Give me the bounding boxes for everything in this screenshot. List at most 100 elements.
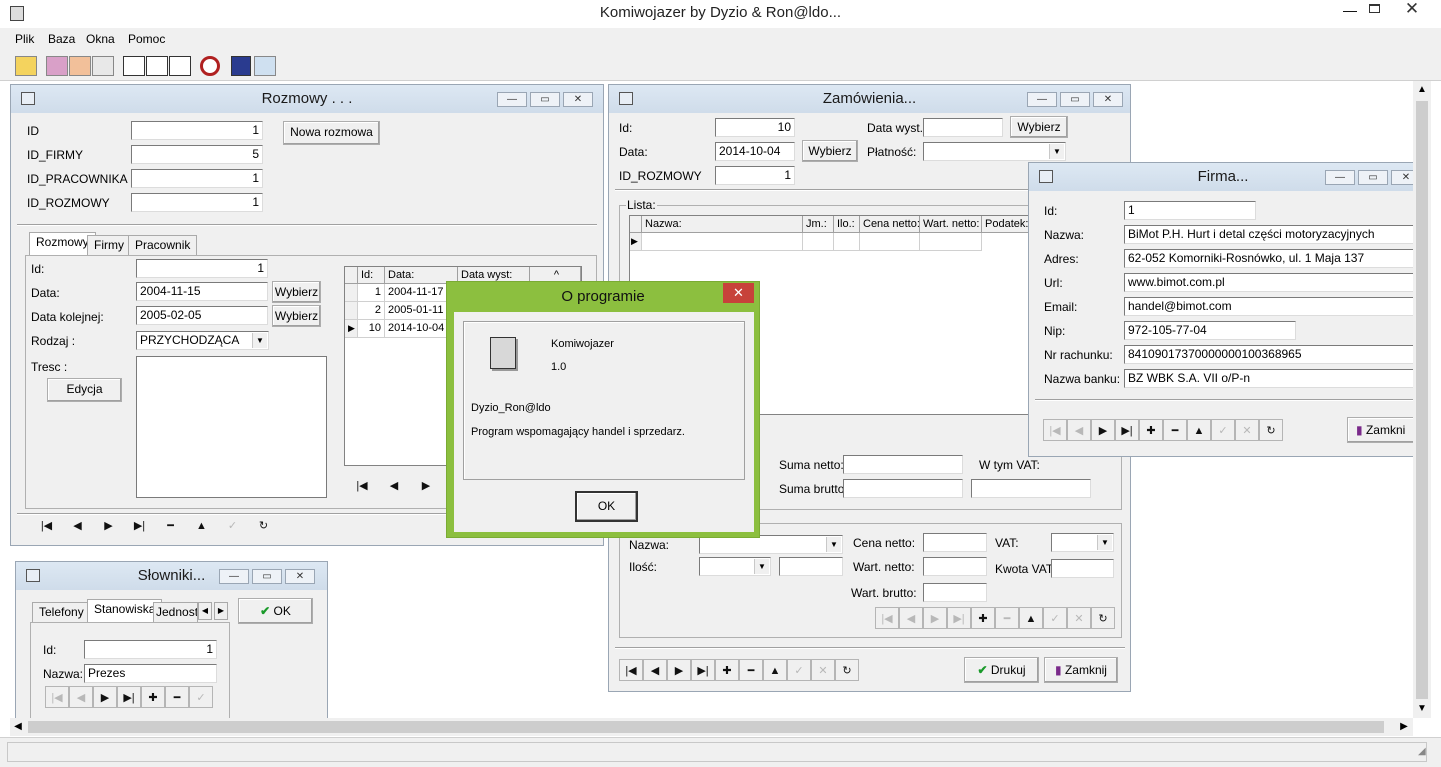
field-email[interactable]: handel@bimot.com	[1124, 297, 1419, 316]
close-button[interactable]: ▮ Zamknij	[1044, 657, 1118, 683]
window-icon[interactable]	[1039, 170, 1053, 183]
field-gross-value[interactable]	[923, 583, 987, 602]
post-record-icon[interactable]: ✓	[1211, 419, 1235, 441]
field-company-name[interactable]: BiMot P.H. Hurt i detal części motoryzac…	[1124, 225, 1419, 244]
table-cell[interactable]	[860, 233, 920, 251]
tab-rozmowy[interactable]: Rozmowy	[29, 232, 96, 255]
field-id-firmy[interactable]: 5	[131, 145, 263, 164]
field-date[interactable]: 2014-10-04	[715, 142, 795, 161]
next-record-icon[interactable]: ▶	[923, 607, 947, 629]
last-record-icon[interactable]: ▶|	[117, 686, 141, 708]
exit-icon[interactable]	[254, 56, 276, 76]
last-record-icon[interactable]: ▶|	[124, 515, 155, 537]
save-icon[interactable]	[231, 56, 251, 76]
window-firma-titlebar[interactable]: Firma... — ▭ ✕	[1029, 163, 1421, 191]
cancel-record-icon[interactable]: ✕	[811, 659, 835, 681]
tile-vertical-icon[interactable]	[169, 56, 191, 76]
grid-header-id[interactable]: Id:	[358, 267, 385, 284]
people-icon[interactable]	[69, 56, 91, 76]
add-record-icon[interactable]: ✚	[1139, 419, 1163, 441]
first-record-icon[interactable]: |◀	[619, 659, 643, 681]
field-id[interactable]: 10	[715, 118, 795, 137]
minimize-icon[interactable]: —	[1340, 2, 1360, 18]
minimize-icon[interactable]: —	[497, 92, 527, 107]
post-record-icon[interactable]: ✓	[189, 686, 213, 708]
prev-record-icon[interactable]: ◀	[378, 475, 410, 497]
close-icon[interactable]: ✕	[723, 283, 754, 303]
chevron-down-icon[interactable]: ▼	[252, 333, 267, 348]
restore-icon[interactable]: ▭	[252, 569, 282, 584]
target-icon[interactable]	[200, 56, 220, 76]
phone-icon[interactable]	[46, 56, 68, 76]
field-quantity[interactable]	[779, 557, 843, 576]
field-bank-name[interactable]: BZ WBK S.A. VII o/P-n	[1124, 369, 1419, 388]
grid-header-qty[interactable]: Ilo.:	[834, 216, 860, 233]
delete-record-icon[interactable]: ━	[155, 515, 186, 537]
next-record-icon[interactable]: ▶	[93, 515, 124, 537]
add-record-icon[interactable]: ✚	[715, 659, 739, 681]
scroll-right-icon[interactable]: ▶	[1396, 718, 1412, 736]
tab-telefony[interactable]: Telefony	[32, 602, 91, 622]
horizontal-scrollbar[interactable]: ◀ ▶	[10, 718, 1413, 736]
chevron-down-icon[interactable]: ▼	[754, 559, 769, 574]
text-area[interactable]	[136, 356, 327, 498]
field-id-pracownika[interactable]: 1	[131, 169, 263, 188]
grid-header-unit[interactable]: Jm.:	[803, 216, 834, 233]
field-id-rozmowy[interactable]: 1	[131, 193, 263, 212]
field-vat-total[interactable]	[971, 479, 1091, 498]
edit-record-icon[interactable]: ▲	[763, 659, 787, 681]
table-cell[interactable]: 1	[358, 284, 385, 302]
close-icon[interactable]: ✕	[285, 569, 315, 584]
choose-date-button[interactable]: Wybierz	[802, 140, 858, 162]
field-url[interactable]: www.bimot.com.pl	[1124, 273, 1419, 292]
last-record-icon[interactable]: ▶|	[1115, 419, 1139, 441]
chevron-down-icon[interactable]: ▼	[826, 537, 841, 552]
chevron-down-icon[interactable]: ▼	[1097, 535, 1112, 550]
field-net-total[interactable]	[843, 455, 963, 474]
choose-date-button[interactable]: Wybierz	[272, 281, 321, 303]
minimize-icon[interactable]: —	[1027, 92, 1057, 107]
tab-jednostki[interactable]: Jednostl	[153, 602, 198, 622]
table-cell[interactable]: 10	[358, 320, 385, 338]
post-record-icon[interactable]: ✓	[217, 515, 248, 537]
scroll-left-icon[interactable]: ◀	[10, 718, 26, 736]
delete-record-icon[interactable]: ━	[739, 659, 763, 681]
edit-record-icon[interactable]: ▲	[186, 515, 217, 537]
add-record-icon[interactable]: ✚	[971, 607, 995, 629]
first-record-icon[interactable]: |◀	[346, 475, 378, 497]
scroll-down-icon[interactable]: ▼	[1413, 700, 1431, 718]
edit-record-icon[interactable]: ▲	[1187, 419, 1211, 441]
refresh-icon[interactable]: ↻	[1091, 607, 1115, 629]
prev-record-icon[interactable]: ◀	[643, 659, 667, 681]
field-nip[interactable]: 972-105-77-04	[1124, 321, 1296, 340]
restore-icon[interactable]: ▭	[1358, 170, 1388, 185]
minimize-icon[interactable]: —	[219, 569, 249, 584]
edit-record-icon[interactable]: ▲	[1019, 607, 1043, 629]
first-record-icon[interactable]: |◀	[1043, 419, 1067, 441]
field-gross-total[interactable]	[843, 479, 963, 498]
tab-scroll-left-icon[interactable]: ◀	[198, 602, 212, 620]
next-record-icon[interactable]: ▶	[93, 686, 117, 708]
resize-grip-icon[interactable]: ◢	[1418, 746, 1430, 758]
grid-header-tax[interactable]: Podatek:	[982, 216, 1032, 233]
restore-icon[interactable]: ▭	[530, 92, 560, 107]
grid-header-net-value[interactable]: Wart. netto:	[920, 216, 982, 233]
tab-stanowiska[interactable]: Stanowiska	[87, 599, 163, 622]
close-icon[interactable]: ✕	[563, 92, 593, 107]
scroll-up-icon[interactable]: ▲	[1413, 81, 1431, 99]
window-icon[interactable]	[26, 569, 40, 582]
field-net-value[interactable]	[923, 557, 987, 576]
field-name[interactable]: Prezes	[84, 664, 217, 683]
scrollbar-thumb[interactable]	[28, 721, 1384, 733]
maximize-icon[interactable]	[1369, 4, 1380, 13]
delete-record-icon[interactable]: ━	[165, 686, 189, 708]
tab-pracownik[interactable]: Pracownik	[128, 235, 198, 255]
menu-baza[interactable]: Baza	[48, 32, 75, 46]
table-cell[interactable]	[803, 233, 834, 251]
select-payment[interactable]: ▼	[923, 142, 1066, 161]
chevron-down-icon[interactable]: ▼	[1049, 144, 1064, 159]
last-record-icon[interactable]: ▶|	[947, 607, 971, 629]
field-id[interactable]: 1	[131, 121, 263, 140]
prev-record-icon[interactable]: ◀	[69, 686, 93, 708]
prev-record-icon[interactable]: ◀	[899, 607, 923, 629]
